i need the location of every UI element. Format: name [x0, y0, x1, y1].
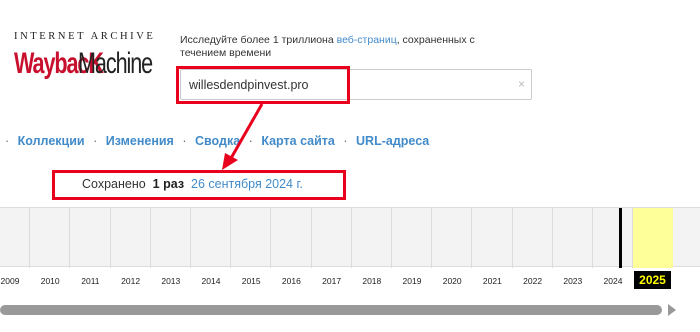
nav-item-collections[interactable]: Коллекции	[18, 134, 85, 148]
timeline-column[interactable]	[231, 208, 272, 268]
description-text-before: Исследуйте более 1 триллиона	[180, 34, 337, 46]
logo-wordmark: WaybacK Machine	[14, 45, 168, 83]
year-label[interactable]: 2015	[242, 276, 261, 286]
nav-item-urls[interactable]: URL-адреса	[356, 134, 429, 148]
nav-separator: ·	[248, 134, 253, 148]
timeline-column[interactable]	[70, 208, 111, 268]
logo-internet-archive-text: INTERNET ARCHIVE	[14, 31, 156, 42]
main-nav: · Коллекции · Изменения · Сводка · Карта…	[0, 134, 429, 150]
logo-wordmark-machine: Machine	[78, 47, 153, 80]
nav-separator: ·	[93, 134, 98, 148]
timeline-column[interactable]	[191, 208, 232, 268]
arrow-shaft	[228, 103, 264, 161]
timeline-column[interactable]	[513, 208, 553, 268]
timeline-column[interactable]	[271, 208, 312, 268]
nav-separator: ·	[343, 134, 348, 148]
year-label[interactable]: 2013	[161, 276, 180, 286]
timeline-years: 2025 2009 2010 2011 2012 2013 2014 2015 2016 201…	[0, 271, 700, 291]
year-label[interactable]: 2010	[41, 276, 60, 286]
year-label[interactable]: 2014	[202, 276, 221, 286]
nav-item-summary[interactable]: Сводка	[195, 134, 240, 148]
nav-item-changes[interactable]: Изменения	[106, 134, 174, 148]
timeline-column[interactable]	[593, 208, 634, 268]
year-label[interactable]: 2018	[362, 276, 381, 286]
arrow-head	[222, 153, 238, 170]
timeline-column[interactable]	[151, 208, 191, 268]
nav-item-site-map[interactable]: Карта сайта	[261, 134, 335, 148]
year-label-current[interactable]: 2025	[634, 271, 671, 289]
saved-highlight-box	[52, 170, 346, 200]
timeline-column[interactable]	[352, 208, 392, 268]
timeline-column[interactable]	[553, 208, 593, 268]
nav-separator: ·	[182, 134, 187, 148]
wayback-machine-logo[interactable]: INTERNET ARCHIVE WaybacK Machine	[14, 31, 168, 83]
timeline-column[interactable]	[472, 208, 513, 268]
timeline-scrollbar[interactable]	[0, 305, 662, 315]
year-label[interactable]: 2017	[322, 276, 341, 286]
clear-icon[interactable]: ×	[518, 77, 525, 91]
search-highlight-box	[176, 66, 350, 104]
web-pages-link[interactable]: веб-страниц	[337, 34, 397, 46]
timeline-column[interactable]	[392, 208, 433, 268]
year-label[interactable]: 2009	[1, 276, 20, 286]
year-label[interactable]: 2016	[282, 276, 301, 286]
timeline-column[interactable]	[30, 208, 71, 268]
current-year-column	[633, 208, 673, 268]
timeline-sparkline[interactable]	[0, 207, 700, 268]
capture-bar-2024[interactable]	[619, 208, 622, 268]
timeline-column[interactable]	[312, 208, 352, 268]
scroll-right-arrow-icon[interactable]	[668, 304, 676, 316]
nav-separator: ·	[5, 134, 10, 148]
year-label[interactable]: 2024	[604, 276, 623, 286]
timeline-column[interactable]	[111, 208, 151, 268]
year-label[interactable]: 2012	[121, 276, 140, 286]
year-label[interactable]: 2011	[81, 276, 99, 286]
year-label[interactable]: 2021	[483, 276, 502, 286]
year-label[interactable]: 2020	[443, 276, 462, 286]
timeline-column[interactable]	[432, 208, 473, 268]
site-description: Исследуйте более 1 триллиона веб-страниц…	[180, 34, 520, 60]
timeline-column[interactable]	[0, 208, 31, 268]
year-label[interactable]: 2023	[563, 276, 582, 286]
year-label[interactable]: 2022	[523, 276, 542, 286]
year-label[interactable]: 2019	[403, 276, 422, 286]
